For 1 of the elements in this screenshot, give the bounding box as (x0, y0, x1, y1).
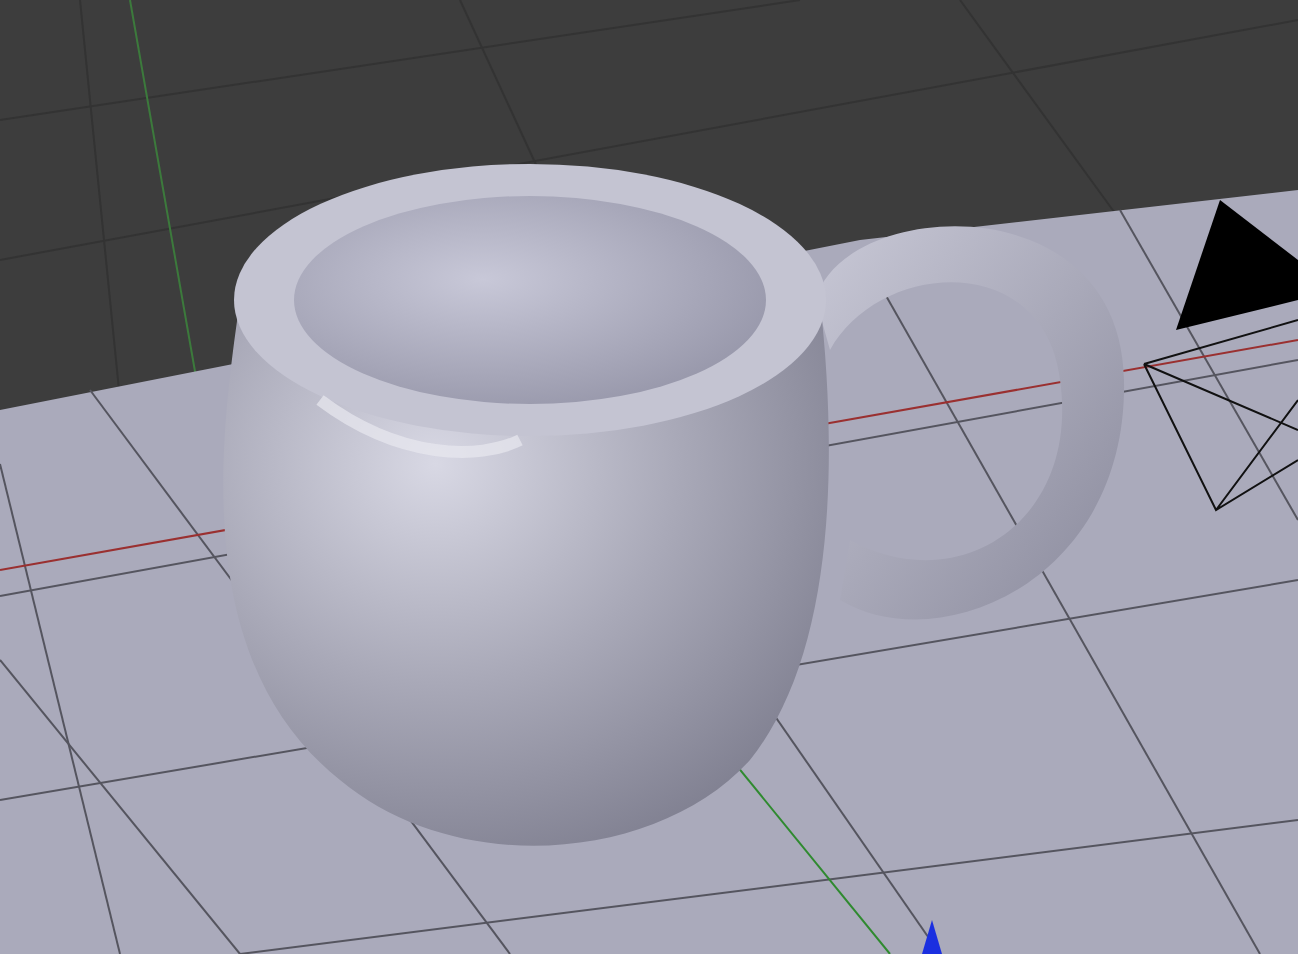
z-axis-arrow-icon (922, 920, 942, 954)
